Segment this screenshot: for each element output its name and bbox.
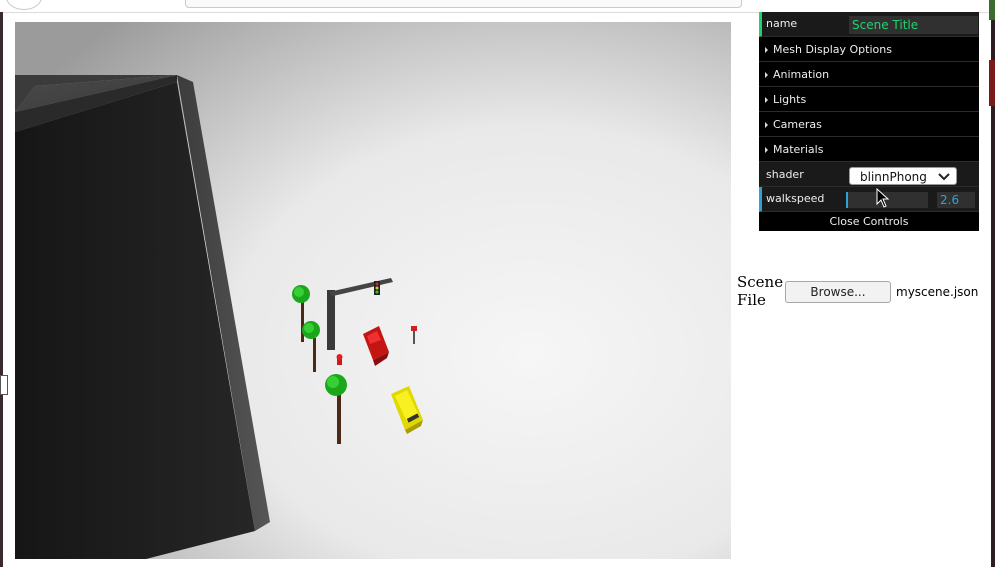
mouse-cursor-icon [876, 187, 890, 212]
fire-hydrant [336, 354, 343, 365]
shader-label: shader [766, 168, 804, 181]
scene-file-label: Scene File [737, 273, 784, 309]
walkspeed-label: walkspeed [766, 192, 825, 205]
desktop-right-edge-mark-2 [989, 60, 995, 106]
folder-lights[interactable]: Lights [759, 87, 979, 112]
folder-animation[interactable]: Animation [759, 62, 979, 87]
scene-render [15, 22, 731, 559]
caret-right-icon [765, 97, 768, 103]
browse-button[interactable]: Browse... [785, 281, 891, 303]
folder-label: Animation [773, 68, 830, 81]
browser-url-bar[interactable] [185, 0, 742, 8]
caret-right-icon [765, 47, 768, 53]
walkspeed-control: walkspeed 2.6 [759, 187, 979, 212]
name-label: name [766, 17, 798, 30]
controls-panel: name Scene Title Mesh Display Options An… [759, 12, 979, 231]
desktop-left-edge-mark [0, 375, 8, 395]
shader-control: shader blinnPhong [759, 162, 979, 187]
scene-viewport[interactable] [15, 22, 731, 559]
selected-file-name: myscene.json [896, 285, 979, 299]
shader-select[interactable]: blinnPhong [849, 167, 957, 185]
folder-label: Lights [773, 93, 807, 106]
name-control: name Scene Title [759, 12, 979, 37]
walkspeed-input[interactable]: 2.6 [937, 192, 975, 208]
name-input[interactable]: Scene Title [849, 16, 978, 34]
caret-right-icon [765, 147, 768, 153]
folder-mesh-display-options[interactable]: Mesh Display Options [759, 37, 979, 62]
folder-materials[interactable]: Materials [759, 137, 979, 162]
desktop-right-edge-mark [989, 0, 995, 20]
walkspeed-slider-fill [846, 192, 848, 208]
folder-label: Materials [773, 143, 824, 156]
folder-label: Cameras [773, 118, 822, 131]
close-controls-button[interactable]: Close Controls [759, 212, 979, 231]
folder-cameras[interactable]: Cameras [759, 112, 979, 137]
desktop-left-edge [0, 12, 3, 567]
caret-right-icon [765, 122, 768, 128]
shader-select-value: blinnPhong [860, 170, 927, 184]
caret-right-icon [765, 72, 768, 78]
folder-label: Mesh Display Options [773, 43, 892, 56]
